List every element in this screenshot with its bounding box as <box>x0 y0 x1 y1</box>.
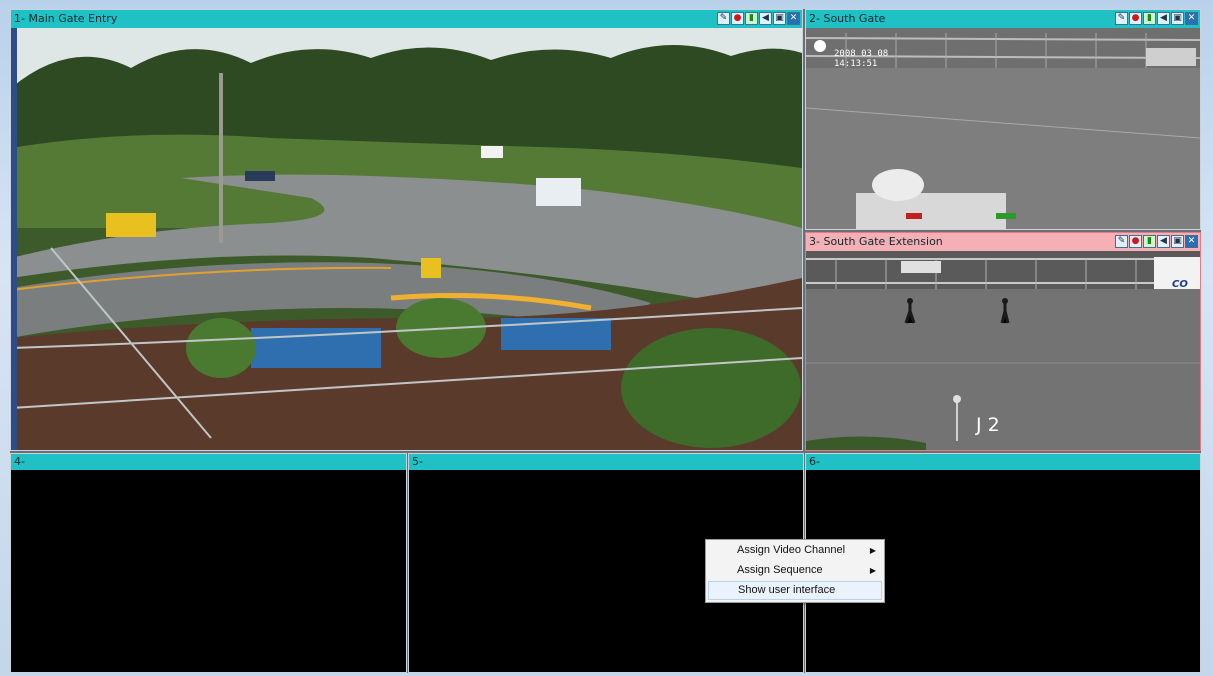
video-pane-1[interactable]: 1- Main Gate Entry ✎ ● ▮ ◀ ▣ ✕ <box>10 9 803 451</box>
menu-item-assign-video-channel[interactable]: Assign Video Channel ▶ <box>708 541 882 560</box>
video-pane-2[interactable]: 2- South Gate ✎ ● ▮ ◀ ▣ ✕ 2008 03 08 14:… <box>805 9 1201 230</box>
pane-3-title: 3- South Gate Extension <box>809 235 943 248</box>
pane-5-titlebar[interactable]: 5- <box>409 454 803 470</box>
record-icon[interactable]: ● <box>1129 235 1142 248</box>
pane-2-titlebar[interactable]: 2- South Gate ✎ ● ▮ ◀ ▣ ✕ <box>806 10 1200 28</box>
record-icon[interactable]: ● <box>1129 12 1142 25</box>
close-icon[interactable]: ✕ <box>787 12 800 25</box>
pane-6-title: 6- <box>809 455 820 468</box>
video-pane-4[interactable]: 4- <box>10 453 407 673</box>
submenu-arrow-icon: ▶ <box>869 546 876 555</box>
video-grid: 1- Main Gate Entry ✎ ● ▮ ◀ ▣ ✕ 2- South … <box>10 9 1201 673</box>
pane-2-video[interactable]: 2008 03 08 14:13:51 <box>806 28 1200 229</box>
pane-1-video[interactable] <box>11 28 802 450</box>
pane-1-title: 1- Main Gate Entry <box>14 12 118 25</box>
pane-3-titlebar[interactable]: 3- South Gate Extension ✎ ● ▮ ◀ ▣ ✕ <box>806 233 1200 251</box>
audio-icon[interactable]: ◀ <box>1157 12 1170 25</box>
info-icon[interactable]: ✎ <box>717 12 730 25</box>
pane-2-title: 2- South Gate <box>809 12 886 25</box>
snapshot-icon[interactable]: ▣ <box>1171 235 1184 248</box>
info-icon[interactable]: ✎ <box>1115 235 1128 248</box>
menu-item-label: Assign Sequence <box>737 564 823 576</box>
pane-6-titlebar[interactable]: 6- <box>806 454 1200 470</box>
submenu-arrow-icon: ▶ <box>869 566 876 575</box>
menu-item-label: Assign Video Channel <box>737 544 846 556</box>
pane-2-date-overlay: 2008 03 08 <box>834 49 888 59</box>
pane-2-time-overlay: 14:13:51 <box>834 59 877 69</box>
context-menu: Assign Video Channel ▶ Assign Sequence ▶… <box>705 539 885 603</box>
pane-3-camera-label: J 2 <box>975 414 1000 436</box>
main-gate-video-frame <box>11 28 802 450</box>
truck-sign-text: CO <box>1172 279 1188 290</box>
ptz-icon[interactable]: ▮ <box>1143 12 1156 25</box>
pane-2-toolbar: ✎ ● ▮ ◀ ▣ ✕ <box>1115 12 1198 26</box>
video-pane-3[interactable]: 3- South Gate Extension ✎ ● ▮ ◀ ▣ ✕ CO J… <box>805 232 1201 451</box>
pane-1-toolbar: ✎ ● ▮ ◀ ▣ ✕ <box>717 12 800 26</box>
south-gate-extension-video-frame: CO J 2 <box>806 251 1200 450</box>
close-icon[interactable]: ✕ <box>1185 12 1198 25</box>
snapshot-icon[interactable]: ▣ <box>773 12 786 25</box>
pane-3-toolbar: ✎ ● ▮ ◀ ▣ ✕ <box>1115 235 1198 249</box>
snapshot-icon[interactable]: ▣ <box>1171 12 1184 25</box>
pane-4-titlebar[interactable]: 4- <box>11 454 406 470</box>
info-icon[interactable]: ✎ <box>1115 12 1128 25</box>
ptz-icon[interactable]: ▮ <box>745 12 758 25</box>
pane-1-titlebar[interactable]: 1- Main Gate Entry ✎ ● ▮ ◀ ▣ ✕ <box>11 10 802 28</box>
pane-5-title: 5- <box>412 455 423 468</box>
audio-icon[interactable]: ◀ <box>1157 235 1170 248</box>
close-icon[interactable]: ✕ <box>1185 235 1198 248</box>
pane-3-video[interactable]: CO J 2 <box>806 251 1200 450</box>
south-gate-video-frame: 2008 03 08 14:13:51 <box>806 28 1200 229</box>
ptz-icon[interactable]: ▮ <box>1143 235 1156 248</box>
menu-item-assign-sequence[interactable]: Assign Sequence ▶ <box>708 561 882 580</box>
record-icon[interactable]: ● <box>731 12 744 25</box>
window-frame: 1- Main Gate Entry ✎ ● ▮ ◀ ▣ ✕ 2- South … <box>0 0 1213 676</box>
menu-item-label: Show user interface <box>738 584 836 596</box>
pane-4-title: 4- <box>14 455 25 468</box>
menu-item-show-user-interface[interactable]: Show user interface <box>708 581 882 600</box>
audio-icon[interactable]: ◀ <box>759 12 772 25</box>
